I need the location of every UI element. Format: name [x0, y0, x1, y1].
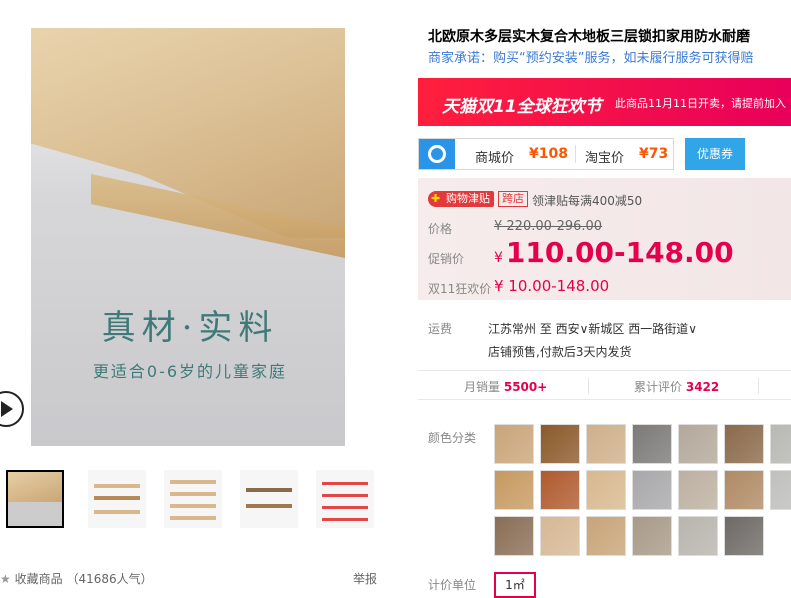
divider: [575, 145, 576, 163]
promo-value: 110.00-148.00: [505, 236, 734, 269]
favorite-label: 收藏商品: [14, 572, 63, 586]
coupon-button[interactable]: 优惠券: [685, 138, 745, 170]
double11-price: ¥ 10.00-148.00: [494, 277, 610, 295]
original-price: ¥ 220.00-296.00: [494, 219, 603, 234]
report-link[interactable]: 举报: [353, 570, 377, 587]
thumbnail-1[interactable]: [6, 470, 64, 528]
monthly-sales: 月销量 5500+: [464, 378, 547, 395]
product-photo: 真材·实料 更适合0-6岁的儿童家庭: [31, 28, 345, 446]
product-title: 北欧原木多层实木复合木地板三层锁扣家用防水耐磨: [428, 29, 750, 45]
thumbnail-3[interactable]: [164, 470, 222, 528]
color-swatch[interactable]: [724, 424, 764, 464]
color-swatch[interactable]: [632, 516, 672, 556]
monthly-sales-value: 5500+: [503, 380, 548, 394]
color-swatch[interactable]: [632, 470, 672, 510]
review-count-value: 3422: [685, 380, 720, 394]
thumbnail-2[interactable]: [88, 470, 146, 528]
taobao-price: ¥73: [639, 146, 669, 162]
favorite-count: （41686人气）: [66, 572, 153, 586]
promo-label: 促销价: [428, 252, 465, 266]
mall-price: ¥108: [529, 146, 568, 162]
color-swatch[interactable]: [494, 516, 534, 556]
color-swatch[interactable]: [678, 516, 718, 556]
color-swatch[interactable]: [632, 424, 672, 464]
banner-title: 天猫双11全球狂欢节: [442, 97, 602, 117]
thumbnail-4[interactable]: [240, 470, 298, 528]
banner-note: 此商品11月11日开卖，请提前加入: [615, 97, 786, 110]
shipping-note: 店铺预售,付款后3天内发货: [488, 345, 632, 359]
color-swatch[interactable]: [770, 424, 791, 464]
cross-store-badge: 跨店: [498, 191, 528, 207]
stats-bar: 月销量 5500+ 累计评价 3422: [418, 370, 791, 400]
promo-currency: ¥: [494, 250, 503, 266]
color-label: 颜色分类: [428, 431, 477, 445]
color-swatch[interactable]: [494, 470, 534, 510]
search-logo-icon: [419, 139, 455, 169]
favorite-link[interactable]: ★ 收藏商品 （41686人气）: [0, 570, 153, 587]
monthly-sales-label: 月销量: [464, 380, 501, 394]
color-swatch[interactable]: [678, 424, 718, 464]
color-swatch[interactable]: [724, 516, 764, 556]
review-count-label: 累计评价: [634, 380, 683, 394]
shipping-route[interactable]: 江苏常州 至 西安∨新城区 西一路街道∨: [488, 320, 697, 337]
play-icon[interactable]: [0, 391, 24, 427]
image-slogan: 真材·实料: [101, 308, 279, 348]
price-compare-box: 商城价 ¥108 淘宝价 ¥73: [418, 138, 674, 170]
shipping-label: 运费: [428, 322, 453, 336]
thumbnail-5[interactable]: [316, 470, 374, 528]
star-icon: ★: [0, 572, 11, 586]
allowance-desc[interactable]: 领津贴每满400减50: [532, 192, 642, 209]
promo-price: ¥110.00-148.00: [494, 236, 734, 269]
color-swatch[interactable]: [724, 470, 764, 510]
double11-label: 双11狂欢价: [428, 282, 492, 296]
color-swatch[interactable]: [540, 424, 580, 464]
color-swatch[interactable]: [494, 424, 534, 464]
taobao-price-label: 淘宝价: [585, 151, 625, 166]
mall-price-label: 商城价: [475, 151, 515, 166]
color-swatch[interactable]: [586, 424, 626, 464]
color-swatch[interactable]: [586, 470, 626, 510]
color-swatch[interactable]: [586, 516, 626, 556]
stats-divider: [588, 378, 589, 394]
main-product-image[interactable]: 真材·实料 更适合0-6岁的儿童家庭: [0, 28, 397, 448]
review-count[interactable]: 累计评价 3422: [634, 378, 719, 395]
unit-label: 计价单位: [428, 578, 477, 592]
price-label: 价格: [428, 222, 453, 236]
image-slogan-sub: 更适合0-6岁的儿童家庭: [92, 362, 288, 381]
color-swatch[interactable]: [678, 470, 718, 510]
color-swatch[interactable]: [770, 470, 791, 510]
stats-divider: [758, 378, 759, 394]
merchant-promise[interactable]: 商家承诺：购买“预约安装”服务，如未履行服务可获得赔: [428, 47, 753, 66]
shopping-allowance-badge[interactable]: 购物津贴: [428, 191, 494, 207]
double11-banner[interactable]: 天猫双11全球狂欢节 此商品11月11日开卖，请提前加入: [418, 78, 791, 126]
unit-option[interactable]: 1㎡: [494, 572, 536, 598]
color-swatch[interactable]: [540, 470, 580, 510]
color-swatch[interactable]: [540, 516, 580, 556]
